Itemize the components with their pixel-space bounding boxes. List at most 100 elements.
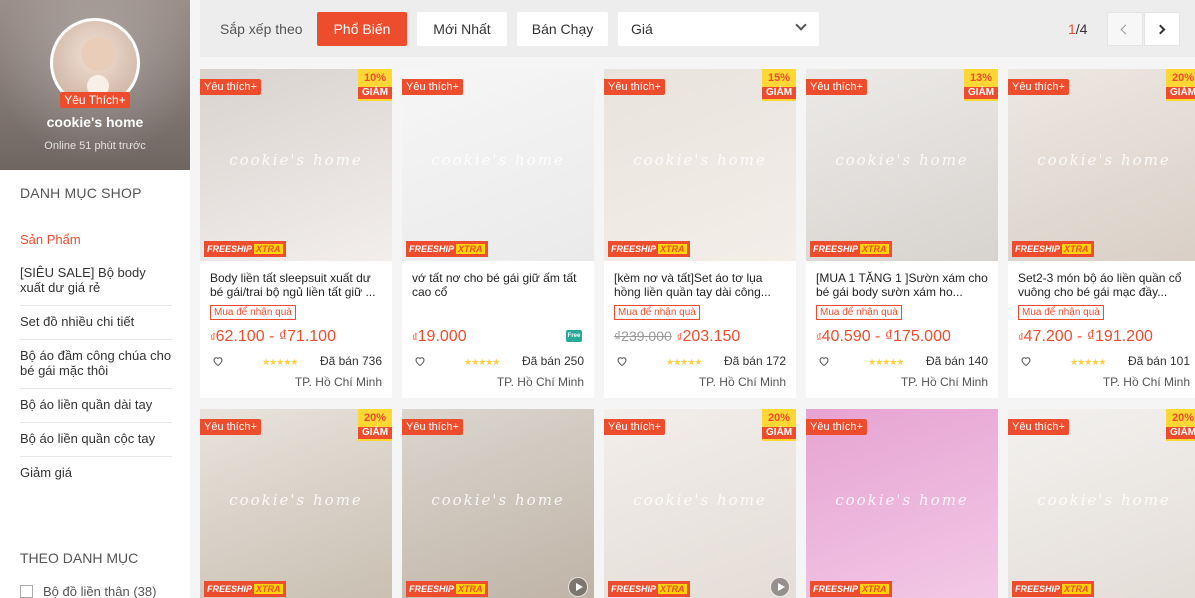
rating-stars: ★★★★★: [868, 357, 904, 367]
sort-bar: Sắp xếp theo Phổ Biến Mới Nhất Bán Chạy …: [200, 0, 1195, 57]
product-name[interactable]: [kèm nơ và tất]Set áo tơ lụa hồng liền q…: [614, 271, 788, 299]
heart-icon[interactable]: [414, 355, 426, 367]
price-value: 62.100 - ₫71.100: [215, 328, 336, 345]
favorite-plus-tag: Yêu thích+: [806, 79, 867, 95]
product-price: ₫62.100 - ₫71.100: [210, 328, 336, 346]
freeship-label: FREESHIP: [1015, 244, 1061, 254]
freeship-xtra-badge: FREESHIP XTRA: [406, 581, 488, 597]
shop-watermark: cookie's home: [229, 151, 363, 169]
heart-icon[interactable]: [818, 355, 830, 367]
filter-option-bodysuit[interactable]: Bộ đồ liền thân (38): [20, 584, 156, 598]
freeship-xtra-badge: FREESHIP XTRA: [1012, 241, 1094, 257]
chevron-down-icon: [795, 19, 807, 31]
rating-stars: ★★★★★: [1070, 357, 1106, 367]
prev-page-button[interactable]: [1107, 12, 1143, 46]
shop-location: TP. Hồ Chí Minh: [900, 375, 988, 389]
product-image[interactable]: cookie's home: [806, 409, 998, 598]
product-card[interactable]: cookie's home Yêu thích+ FREESHIP XTRA vớ tấ…: [402, 69, 594, 398]
shop-watermark: cookie's home: [633, 491, 767, 509]
discount-badge: 20% GIẢM: [762, 409, 796, 441]
shop-location: TP. Hồ Chí Minh: [294, 375, 382, 389]
freeship-label: FREESHIP: [207, 244, 253, 254]
price-select-label: Giá: [631, 21, 653, 37]
heart-icon[interactable]: [212, 355, 224, 367]
rating-stars: ★★★★★: [464, 357, 500, 367]
freeship-xtra-badge: FREESHIP XTRA: [1012, 581, 1094, 597]
discount-percent: 13%: [969, 72, 993, 84]
category-item-detailed-sets[interactable]: Set đồ nhiều chi tiết: [20, 306, 172, 340]
favorite-plus-tag: Yêu thích+: [402, 419, 463, 435]
favorite-plus-tag: Yêu thích+: [806, 419, 867, 435]
category-item-princess-dress[interactable]: Bộ áo đầm công chúa cho bé gái mặc thôi: [20, 340, 172, 389]
product-name[interactable]: Body liền tất sleepsuit xuất dư bé gái/t…: [210, 271, 384, 299]
product-card[interactable]: cookie's home Yêu thích+ 20% GIẢM FREESHIP XT…: [1008, 69, 1195, 398]
product-card[interactable]: cookie's home Yêu thích+ 20% GIẢM FREESHIP XT…: [200, 409, 392, 598]
product-card[interactable]: cookie's home Yêu thích+ 13% GIẢM FREESHIP XT…: [806, 69, 998, 398]
play-video-icon[interactable]: [568, 577, 588, 597]
sold-count: Đã bán 250: [521, 354, 584, 368]
sort-popular-button[interactable]: Phổ Biến: [317, 12, 407, 46]
shop-watermark: cookie's home: [835, 151, 969, 169]
filter-checkbox[interactable]: [20, 585, 33, 598]
product-card[interactable]: cookie's home Yêu thích+ 15% GIẢM FREESHIP XT…: [604, 69, 796, 398]
discount-word: GIẢM: [762, 87, 796, 99]
freeship-label: FREESHIP: [1015, 584, 1061, 594]
sort-newest-button[interactable]: Mới Nhất: [417, 12, 507, 46]
xtra-label: XTRA: [658, 584, 687, 594]
discount-badge: 20% GIẢM: [1166, 69, 1195, 101]
sort-best-selling-button[interactable]: Bán Chạy: [517, 12, 608, 46]
favorite-plus-tag: Yêu thích+: [1008, 79, 1069, 95]
sold-count: Đã bán 736: [319, 354, 382, 368]
product-image[interactable]: cookie's home: [402, 409, 594, 598]
product-name[interactable]: [MUA 1 TẶNG 1 ]Sườn xám cho bé gái body …: [816, 271, 990, 299]
product-card[interactable]: cookie's home Yêu thích+ 10% GIẢM FREESHIP XT…: [200, 69, 392, 398]
play-video-icon[interactable]: [770, 577, 790, 597]
discount-percent: 10%: [363, 72, 387, 84]
product-card[interactable]: cookie's home Yêu thích+ FREESHIP XTRA: [402, 409, 594, 598]
favorite-plus-tag: Yêu thích+: [402, 79, 463, 95]
freeship-xtra-badge: FREESHIP XTRA: [608, 241, 690, 257]
shop-watermark: cookie's home: [431, 491, 565, 509]
product-card[interactable]: cookie's home Yêu thích+ 20% GIẢM FREESHIP XT…: [1008, 409, 1195, 598]
sidebar: Yêu Thích+ cookie's home Online 51 phút …: [0, 0, 190, 598]
discount-word: GIẢM: [1166, 427, 1195, 439]
discount-percent: 20%: [1171, 72, 1195, 84]
product-name[interactable]: Set2-3 món bộ áo liền quần cổ vuông cho …: [1018, 271, 1192, 299]
gift-promo-tag: Mua để nhận quà: [614, 305, 700, 320]
shop-name[interactable]: cookie's home: [0, 114, 190, 130]
sold-count: Đã bán 140: [925, 354, 988, 368]
freeship-label: FREESHIP: [813, 244, 859, 254]
category-item-super-sale[interactable]: [SIÊU SALE] Bộ body xuất dư giá rẻ: [20, 257, 172, 306]
freeship-label: FREESHIP: [409, 244, 455, 254]
xtra-label: XTRA: [1062, 584, 1091, 594]
discount-percent: 20%: [767, 412, 791, 424]
page-indicator: 1/4: [1068, 21, 1087, 37]
favorite-plus-tag: Yêu thích+: [200, 79, 261, 95]
shop-watermark: cookie's home: [1037, 151, 1171, 169]
category-item-short-sleeve-romper[interactable]: Bộ áo liền quần cộc tay: [20, 423, 172, 457]
sold-count: Đã bán 101: [1127, 354, 1190, 368]
next-page-button[interactable]: [1144, 12, 1180, 46]
product-name[interactable]: vớ tất nơ cho bé gái giữ ấm tất cao cổ: [412, 271, 586, 299]
heart-icon[interactable]: [1020, 355, 1032, 367]
shop-card[interactable]: Yêu Thích+ cookie's home Online 51 phút …: [0, 0, 190, 170]
category-item-discount[interactable]: Giảm giá: [20, 457, 172, 490]
filter-by-category-title: THEO DANH MỤC: [20, 550, 139, 566]
product-image[interactable]: cookie's home: [402, 69, 594, 261]
sort-price-select[interactable]: Giá: [618, 12, 819, 46]
shop-watermark: cookie's home: [835, 491, 969, 509]
heart-icon[interactable]: [616, 355, 628, 367]
discount-badge: 13% GIẢM: [964, 69, 998, 101]
freeship-xtra-badge: FREESHIP XTRA: [810, 581, 892, 597]
product-card[interactable]: cookie's home Yêu thích+ FREESHIP XTRA: [806, 409, 998, 598]
favorite-plus-tag: Yêu thích+: [200, 419, 261, 435]
category-item-products[interactable]: Sản Phẩm: [20, 224, 172, 257]
discount-word: GIẢM: [358, 87, 392, 99]
discount-badge: 15% GIẢM: [762, 69, 796, 101]
gift-promo-tag: Mua để nhận quà: [1018, 305, 1104, 320]
product-card[interactable]: cookie's home Yêu thích+ 20% GIẢM FREESHIP XT…: [604, 409, 796, 598]
shop-online-status: Online 51 phút trước: [44, 140, 146, 152]
original-price: ₫239.000: [614, 328, 672, 344]
discount-badge: 10% GIẢM: [358, 69, 392, 101]
category-item-long-sleeve-romper[interactable]: Bộ áo liền quần dài tay: [20, 389, 172, 423]
